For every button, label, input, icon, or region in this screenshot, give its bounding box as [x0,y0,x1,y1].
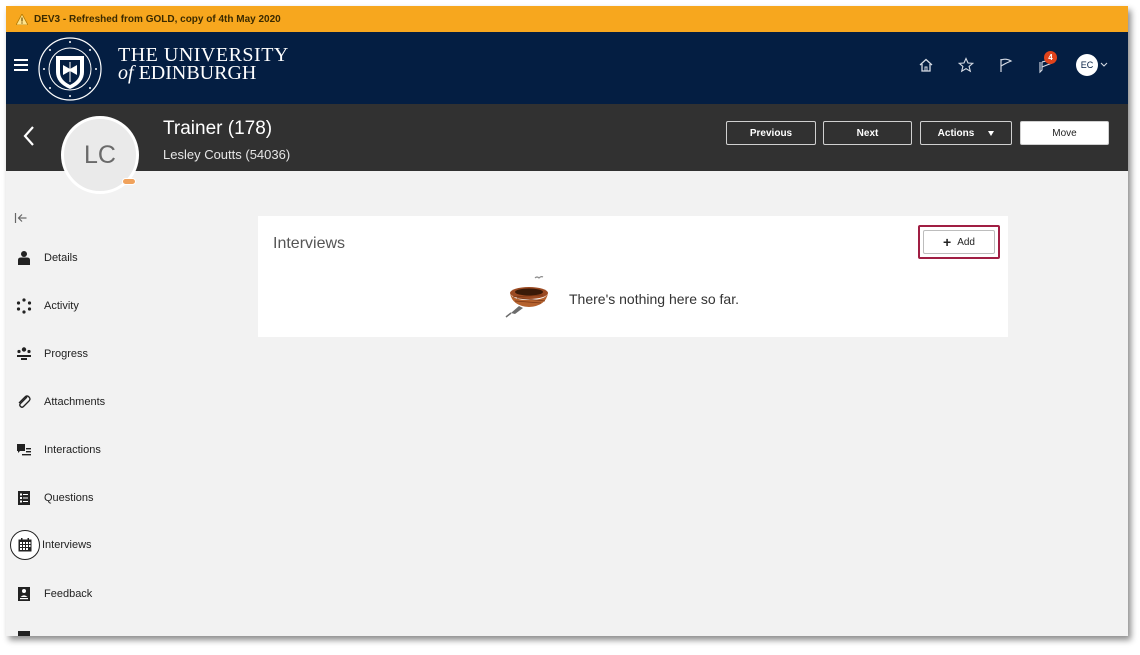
feedback-icon [10,580,38,608]
star-icon[interactable] [956,55,976,75]
actions-label: Actions [937,127,975,139]
next-button[interactable]: Next [823,121,912,145]
sidebar-item-progress[interactable]: Progress [10,339,88,369]
environment-banner: DEV3 - Refreshed from GOLD, copy of 4th … [6,6,1128,32]
avatar-status-indicator [122,178,136,185]
home-icon[interactable] [916,55,936,75]
notification-count-badge: 4 [1044,51,1057,64]
person-icon [10,244,38,272]
sidebar-item-label: Attachments [44,396,106,408]
move-button[interactable]: Move [1020,121,1109,145]
user-menu[interactable]: EC [1076,54,1108,76]
notifications-icon[interactable]: 4 [1036,51,1057,75]
sidebar-item-label: Activity [44,300,79,312]
calendar-icon [10,530,40,560]
university-wordmark: THE UNIVERSITY of EDINBURGH [118,45,289,84]
section-title: Interviews [273,235,346,252]
progress-icon [10,340,38,368]
questions-icon [10,484,38,512]
activity-icon [10,292,38,320]
sidebar-item-label: Details [44,252,78,264]
sidebar-item-feedback[interactable]: Feedback [10,579,92,609]
header-actions: 4 EC [916,51,1108,76]
record-header: Trainer (178) Lesley Coutts (54036) Prev… [6,104,1128,171]
sidebar-item-activity[interactable]: Activity [10,291,79,321]
document-icon [10,624,38,636]
empty-state-message: There's nothing here so far. [569,290,739,307]
sidebar-item-more[interactable] [10,623,44,636]
record-subtitle: Lesley Coutts (54036) [163,147,291,162]
paperclip-icon [10,388,38,416]
record-sidebar: Details Activity Progress Attachments In… [6,171,146,636]
sidebar-item-label: Interviews [42,539,92,551]
environment-banner-text: DEV3 - Refreshed from GOLD, copy of 4th … [34,13,281,25]
sidebar-item-details[interactable]: Details [10,243,78,273]
empty-state: There's nothing here so far. [503,273,739,324]
flag-icon[interactable] [996,55,1016,75]
empty-nest-icon [503,273,555,324]
sidebar-item-attachments[interactable]: Attachments [10,387,105,417]
actions-dropdown-button[interactable]: Actions [920,121,1012,145]
sidebar-item-label: Feedback [44,588,93,600]
add-button-focus-ring: + Add [918,225,1000,259]
sidebar-item-label: Questions [44,492,94,504]
sidebar-item-questions[interactable]: Questions [10,483,94,513]
back-icon[interactable] [20,124,38,148]
university-crest-logo[interactable] [36,36,104,102]
global-header: THE UNIVERSITY of EDINBURGH 4 EC [6,32,1128,104]
interviews-panel: Interviews + Add There's nothing here so… [258,216,1008,337]
caret-down-icon [988,130,995,136]
sidebar-item-interviews[interactable]: Interviews [10,530,92,560]
menu-icon[interactable] [14,59,28,73]
previous-button[interactable]: Previous [726,121,816,145]
app-window: DEV3 - Refreshed from GOLD, copy of 4th … [6,6,1128,636]
interactions-icon [10,436,38,464]
sidebar-item-interactions[interactable]: Interactions [10,435,101,465]
sidebar-item-label: Progress [44,348,89,360]
plus-icon: + [943,234,952,250]
chevron-down-icon[interactable] [1100,62,1108,68]
record-title: Trainer (178) [163,118,273,139]
brand-line2: of EDINBURGH [118,62,257,84]
collapse-sidebar-icon[interactable] [14,211,28,223]
add-button-label: Add [957,236,975,248]
warning-icon [15,12,29,25]
add-interview-button[interactable]: + Add [923,230,995,254]
user-avatar[interactable]: EC [1076,54,1098,76]
sidebar-item-label: Interactions [44,444,101,456]
